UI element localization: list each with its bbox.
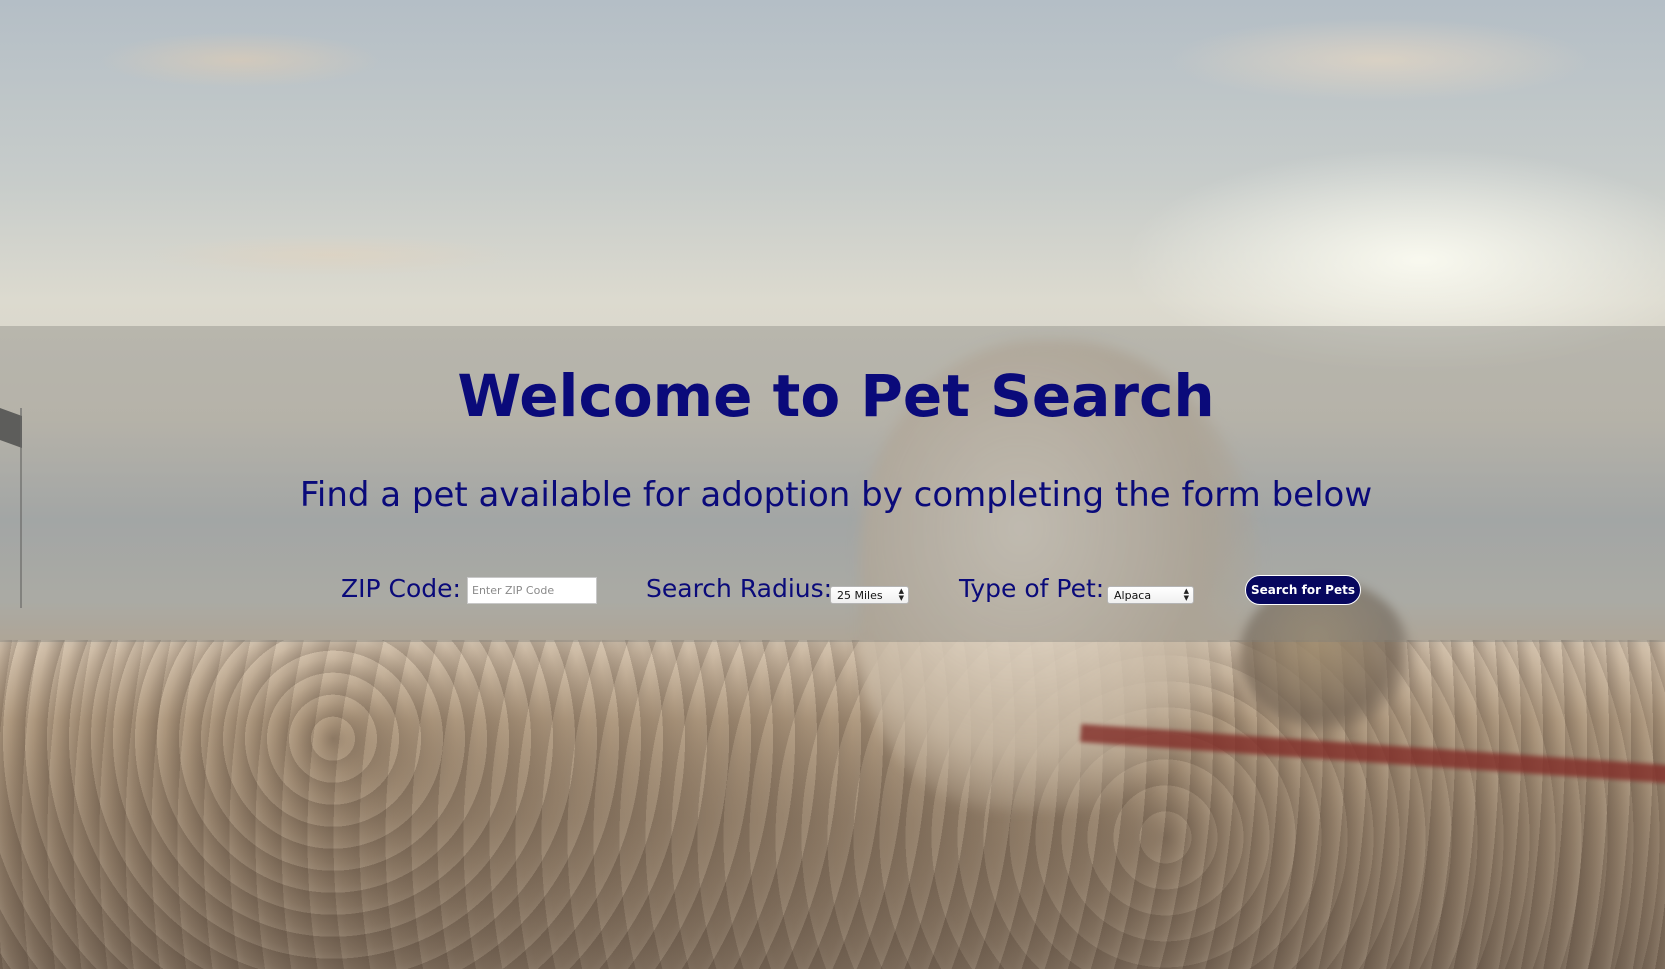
- pet-type-select[interactable]: Alpaca ▲ ▼: [1107, 586, 1194, 604]
- zip-code-input[interactable]: [467, 577, 597, 604]
- updown-arrows-icon: ▲ ▼: [1183, 587, 1189, 602]
- search-radius-select[interactable]: 25 Miles ▲ ▼: [830, 586, 909, 604]
- pet-type-selected-value: Alpaca: [1114, 588, 1152, 602]
- pet-search-page: Welcome to Pet Search Find a pet availab…: [0, 0, 1665, 969]
- updown-arrows-icon: ▲ ▼: [898, 587, 904, 602]
- background-sand: [0, 640, 1665, 969]
- page-subtitle: Find a pet available for adoption by com…: [299, 475, 1373, 515]
- pet-type-label: Type of Pet:: [959, 574, 1105, 603]
- zip-code-label: ZIP Code:: [341, 574, 461, 603]
- search-radius-selected-value: 25 Miles: [837, 588, 883, 602]
- page-title: Welcome to Pet Search: [457, 362, 1215, 430]
- search-radius-label: Search Radius:: [646, 574, 833, 603]
- search-for-pets-button[interactable]: Search for Pets: [1245, 575, 1361, 605]
